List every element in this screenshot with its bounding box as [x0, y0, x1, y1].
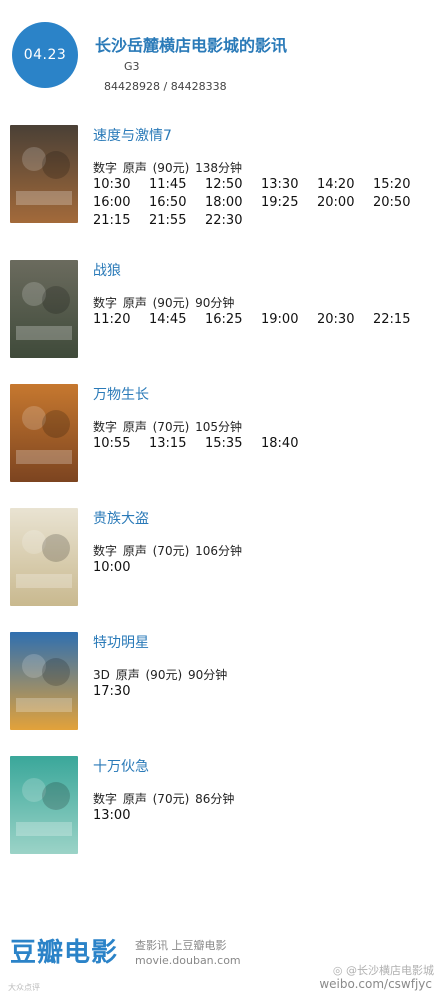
showtime[interactable]: 22:15 — [373, 312, 429, 329]
movie-item[interactable]: 贵族大盗数字 原声 (70元) 106分钟 10:00 — [0, 508, 440, 608]
watermark-left: 大众点评 — [8, 982, 40, 993]
movie-title[interactable]: 战狼 — [93, 260, 121, 280]
showtime-grid: 10:30 11:45 12:50 13:30 14:20 15:20 16:00 16:50… — [93, 177, 429, 230]
movie-item[interactable]: 十万伙急数字 原声 (70元) 86分钟 13:00 — [0, 756, 440, 856]
showtime[interactable]: 21:55 — [149, 213, 205, 230]
movie-meta: 数字 原声 (90元) 90分钟 — [93, 296, 235, 310]
cinema-hall: G3 — [124, 60, 140, 73]
movie-title[interactable]: 特功明星 — [93, 632, 149, 652]
showtime[interactable]: 22:30 — [205, 213, 261, 230]
showtime[interactable]: 15:20 — [373, 177, 429, 194]
showtime[interactable]: 13:00 — [93, 808, 149, 825]
showtime[interactable]: 16:00 — [93, 195, 149, 212]
douban-logo[interactable]: 豆瓣电影 — [10, 932, 118, 969]
showtime[interactable]: 20:00 — [317, 195, 373, 212]
showtime[interactable]: 13:15 — [149, 436, 205, 453]
watermark-weibo-url: weibo.com/cswfjyc — [319, 977, 432, 991]
movie-poster[interactable] — [10, 384, 78, 482]
movie-meta: 数字 原声 (70元) 86分钟 — [93, 792, 235, 806]
movie-item[interactable]: 万物生长数字 原声 (70元) 105分钟 10:55 13:15 15:35 18:4… — [0, 384, 440, 484]
movie-meta: 数字 原声 (90元) 138分钟 — [93, 161, 242, 175]
watermark-right-top: ◎ @长沙横店电影城 — [333, 962, 434, 978]
movie-item[interactable]: 特功明星 3D 原声 (90元) 90分钟 17:30 — [0, 632, 440, 732]
movie-poster[interactable] — [10, 632, 78, 730]
movie-meta: 3D 原声 (90元) 90分钟 — [93, 668, 228, 682]
showtime[interactable]: 16:50 — [149, 195, 205, 212]
showtime[interactable]: 13:30 — [261, 177, 317, 194]
movie-item[interactable]: 战狼数字 原声 (90元) 90分钟 11:20 14:45 16:25 19:00 20… — [0, 260, 440, 360]
cinema-title[interactable]: 长沙岳麓横店电影城的影讯 — [95, 32, 287, 56]
movie-item[interactable]: 速度与激情7 数字 原声 (90元) 138分钟 10:30 11:45 12:50 13… — [0, 125, 440, 228]
showtime-grid: 10:00 — [93, 560, 429, 577]
showtime-grid: 11:20 14:45 16:25 19:00 20:30 22:15 — [93, 312, 429, 329]
movie-title[interactable]: 十万伙急 — [93, 756, 149, 776]
showtime-grid: 17:30 — [93, 684, 429, 701]
showtime[interactable]: 19:25 — [261, 195, 317, 212]
showtime[interactable]: 12:50 — [205, 177, 261, 194]
movie-title[interactable]: 万物生长 — [93, 384, 149, 404]
showtime[interactable]: 18:00 — [205, 195, 261, 212]
showtime[interactable]: 10:00 — [93, 560, 149, 577]
showtime[interactable]: 18:40 — [261, 436, 317, 453]
showtime[interactable]: 14:20 — [317, 177, 373, 194]
showtime[interactable]: 14:45 — [149, 312, 205, 329]
footer-url[interactable]: movie.douban.com — [135, 954, 241, 967]
movie-poster[interactable] — [10, 125, 78, 223]
showtime[interactable]: 11:45 — [149, 177, 205, 194]
movie-meta: 数字 原声 (70元) 106分钟 — [93, 544, 242, 558]
showtime-grid: 13:00 — [93, 808, 429, 825]
watermark-left-text: 大众点评 — [8, 983, 40, 992]
showtime[interactable]: 10:30 — [93, 177, 149, 194]
movie-poster[interactable] — [10, 260, 78, 358]
movie-title[interactable]: 速度与激情7 — [93, 125, 172, 145]
movie-title[interactable]: 贵族大盗 — [93, 508, 149, 528]
date-text: 04.23 — [23, 47, 67, 63]
showtime[interactable]: 16:25 — [205, 312, 261, 329]
showtime[interactable]: 15:35 — [205, 436, 261, 453]
showtime[interactable]: 10:55 — [93, 436, 149, 453]
watermark-account: @长沙横店电影城 — [346, 964, 434, 977]
date-badge: 04.23 — [12, 22, 78, 88]
showtime[interactable]: 20:50 — [373, 195, 429, 212]
showtime[interactable]: 21:15 — [93, 213, 149, 230]
showtime[interactable]: 20:30 — [317, 312, 373, 329]
showtime[interactable]: 19:00 — [261, 312, 317, 329]
movie-poster[interactable] — [10, 508, 78, 606]
cinema-phone[interactable]: 84428928 / 84428338 — [104, 80, 227, 93]
movie-poster[interactable] — [10, 756, 78, 854]
movie-meta: 数字 原声 (70元) 105分钟 — [93, 420, 242, 434]
weibo-icon: ◎ — [332, 964, 343, 977]
footer-slogan: 查影讯 上豆瓣电影 — [135, 939, 227, 952]
showtime[interactable]: 11:20 — [93, 312, 149, 329]
showtime-grid: 10:55 13:15 15:35 18:40 — [93, 436, 429, 453]
showtime[interactable]: 17:30 — [93, 684, 149, 701]
